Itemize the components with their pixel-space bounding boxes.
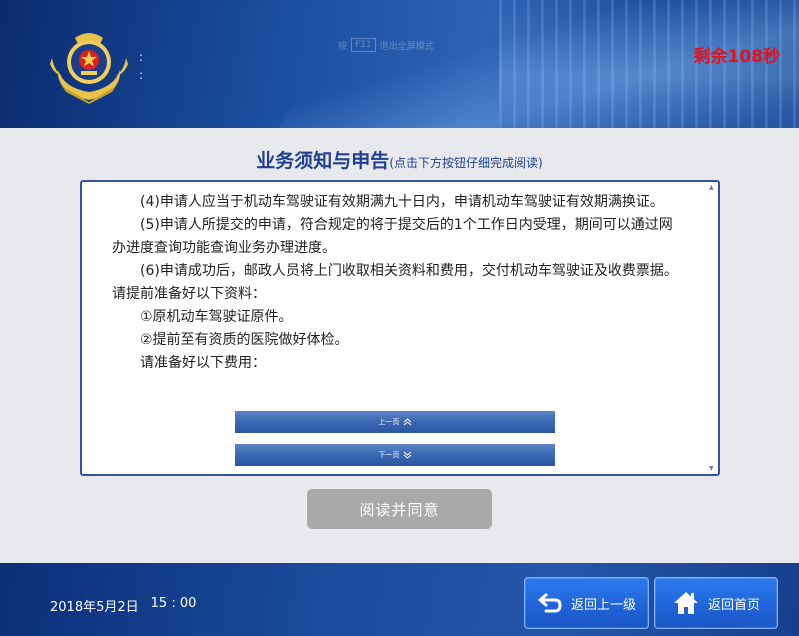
page-title: 业务须知与申告(点击下方按钮仔细完成阅读)	[256, 150, 543, 172]
double-chevron-down-icon	[403, 451, 411, 459]
scroll-up-arrow-icon[interactable]: ▲	[709, 184, 714, 191]
notice-paragraph: ①原机动车驾驶证原件。	[140, 309, 293, 325]
next-page-button[interactable]: 下一页	[235, 444, 555, 466]
footer-bar: 2018年5月2日 15 : 00 返回上一级 返回首页	[0, 563, 799, 636]
police-emblem-icon	[50, 33, 128, 104]
home-button[interactable]: 返回首页	[654, 577, 778, 629]
notice-paragraph: ②提前至有资质的医院做好体检。	[140, 332, 349, 348]
f11-key-label: F11	[351, 38, 376, 52]
scrollbar[interactable]: ▲ ▼	[707, 182, 717, 474]
back-button[interactable]: 返回上一级	[524, 577, 649, 629]
current-date: 2018年5月2日	[50, 600, 139, 615]
fullscreen-hint: 按 F11 退出全屏模式	[338, 38, 434, 52]
read-and-agree-button[interactable]: 阅读并同意	[307, 489, 492, 529]
scroll-down-arrow-icon[interactable]: ▼	[709, 465, 714, 472]
date-time-display: 2018年5月2日 15 : 00	[50, 596, 196, 615]
home-icon	[673, 592, 698, 614]
page-subtitle: (点击下方按钮仔细完成阅读)	[389, 156, 543, 170]
return-arrow-icon	[538, 593, 562, 613]
notice-text: (4)申请人应当于机动车驾驶证有效期满九十日内，申请机动车驾驶证有效期满换证。 …	[112, 191, 684, 375]
notice-paragraph: (6)申请成功后，邮政人员将上门收取相关资料和费用，交付机动车驾驶证及收费票据。…	[112, 263, 678, 302]
notice-paragraph: 请准备好以下费用：	[140, 355, 266, 371]
notice-panel[interactable]: (4)申请人应当于机动车驾驶证有效期满九十日内，申请机动车驾驶证有效期满换证。 …	[80, 180, 720, 476]
home-button-label: 返回首页	[707, 597, 760, 613]
prev-page-button[interactable]: 上一页	[235, 411, 555, 433]
header-banner: : : 按 F11 退出全屏模式 剩余108秒	[0, 0, 799, 128]
notice-paragraph: (4)申请人应当于机动车驾驶证有效期满九十日内，申请机动车驾驶证有效期满换证。	[140, 194, 664, 210]
header-marks: : :	[139, 50, 144, 82]
current-time: 15 : 00	[150, 596, 197, 611]
back-button-label: 返回上一级	[570, 597, 636, 613]
double-chevron-up-icon	[403, 418, 411, 426]
countdown-timer: 剩余108秒	[693, 47, 781, 67]
notice-paragraph: (5)申请人所提交的申请，符合规定的将于提交后的1个工作日内受理，期间可以通过网…	[112, 217, 673, 256]
